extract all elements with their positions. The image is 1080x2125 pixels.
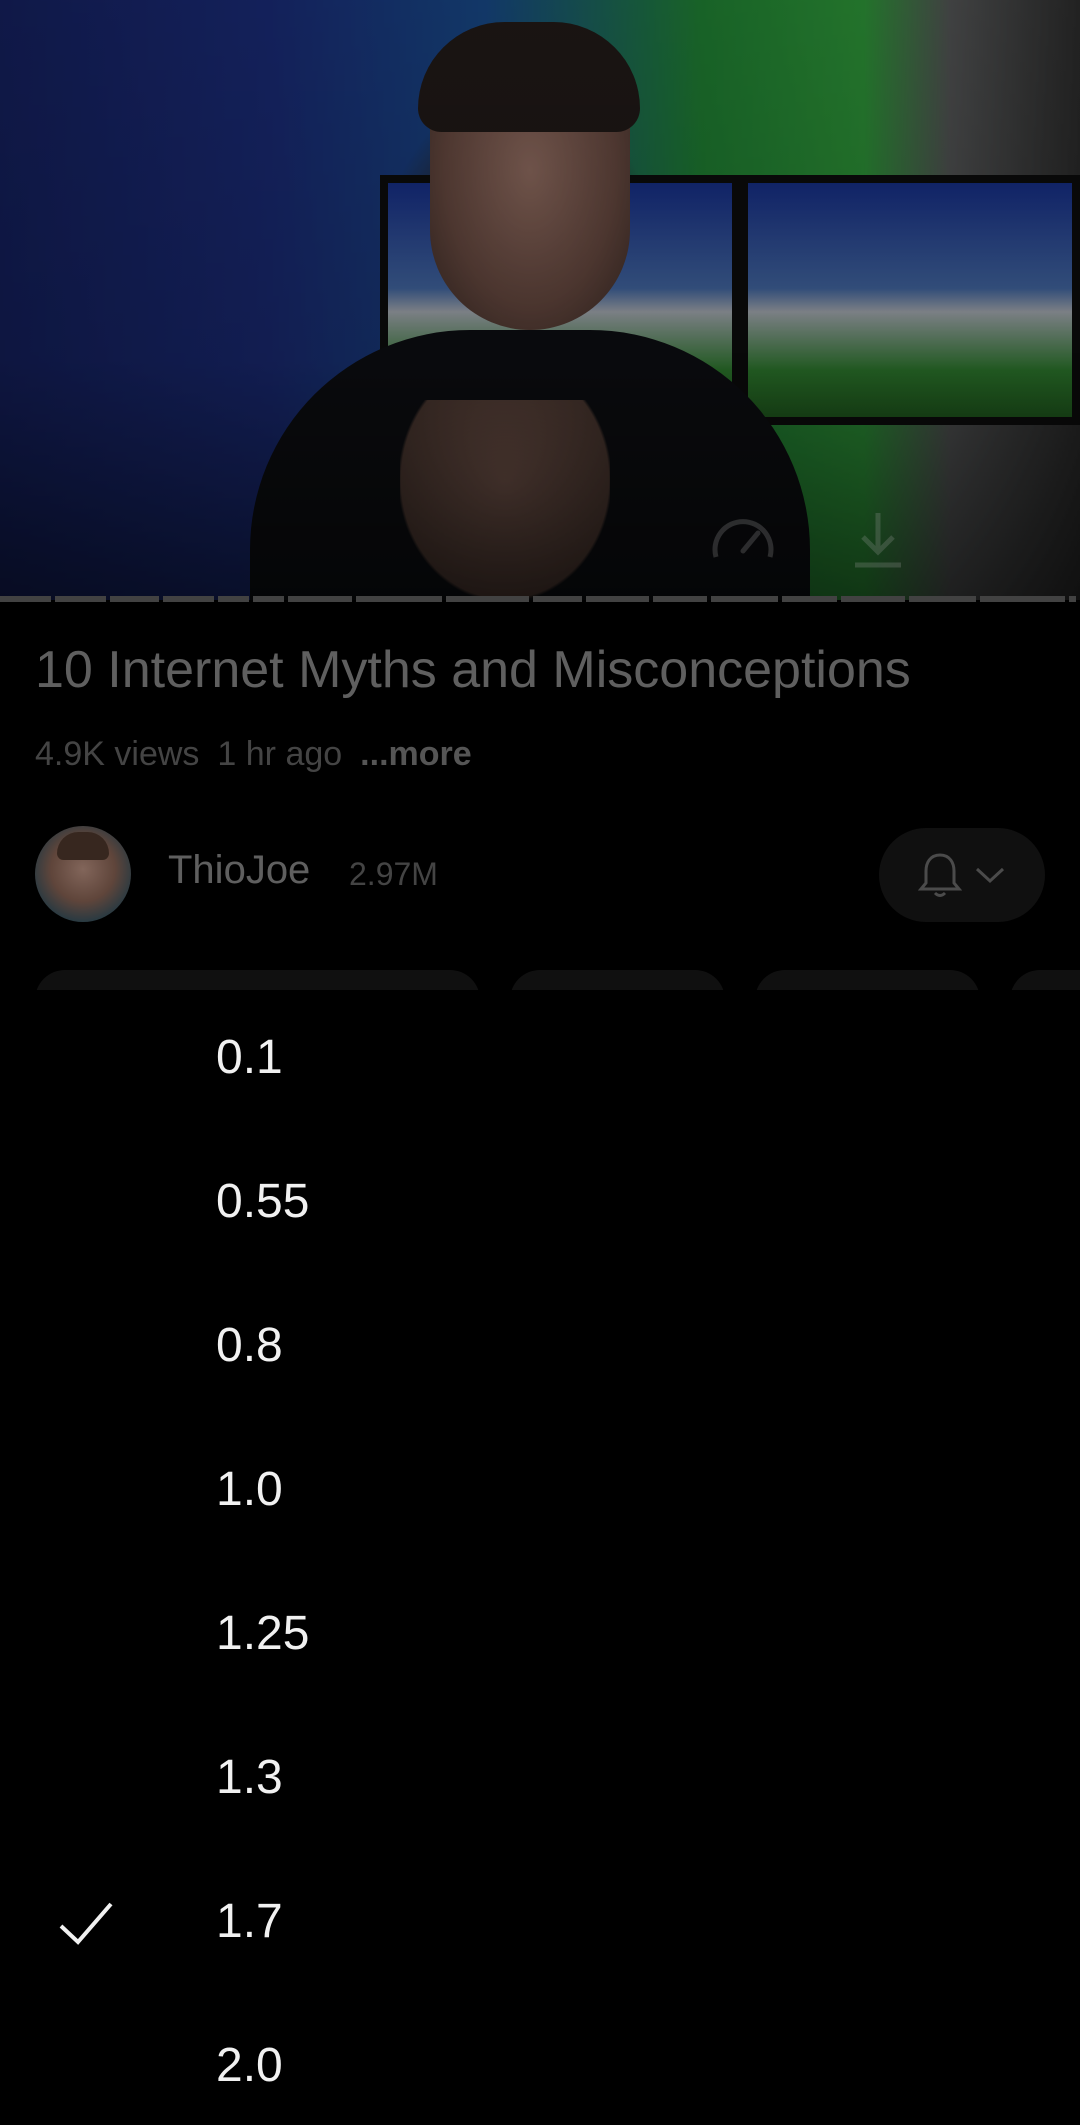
speedometer-icon[interactable] xyxy=(708,505,778,575)
progress-segment[interactable] xyxy=(218,596,250,602)
chevron-down-icon xyxy=(975,867,1005,884)
progress-segment[interactable] xyxy=(1068,596,1077,602)
subscriber-count: 2.97M xyxy=(349,856,438,892)
progress-segment[interactable] xyxy=(0,596,52,602)
speed-option-1-25[interactable]: 1.25 xyxy=(0,1566,1080,1710)
speed-option-label: 1.7 xyxy=(216,1895,283,1948)
progress-segment[interactable] xyxy=(288,596,352,602)
speed-option-0-8[interactable]: 0.8 xyxy=(0,1278,1080,1422)
speed-option-label: 1.3 xyxy=(216,1751,283,1804)
video-meta[interactable]: 4.9K views 1 hr ago ...more xyxy=(35,735,472,774)
channel-row: ThioJoe 2.97M xyxy=(35,826,1045,922)
progress-segment[interactable] xyxy=(585,596,650,602)
progress-segment[interactable] xyxy=(980,596,1065,602)
speed-option-label: 2.0 xyxy=(216,2039,283,2092)
channel-name[interactable]: ThioJoe xyxy=(168,848,310,893)
more-link[interactable]: ...more xyxy=(360,735,471,774)
progress-segment[interactable] xyxy=(55,596,107,602)
progress-segment[interactable] xyxy=(163,596,215,602)
speed-option-label: 1.0 xyxy=(216,1463,283,1516)
progress-segment[interactable] xyxy=(841,596,905,602)
progress-segment[interactable] xyxy=(782,596,838,602)
speed-option-0-55[interactable]: 0.55 xyxy=(0,1134,1080,1278)
speed-option-0-1[interactable]: 0.1 xyxy=(0,990,1080,1134)
upload-age: 1 hr ago xyxy=(217,735,343,773)
bell-icon xyxy=(918,853,962,897)
progress-segment[interactable] xyxy=(908,596,977,602)
subscription-button[interactable] xyxy=(879,828,1045,922)
playback-speed-menu: 0.1 0.55 0.8 1.0 1.25 1.3 1.7 2.0 xyxy=(0,990,1080,2125)
progress-segment[interactable] xyxy=(445,596,529,602)
progress-segment[interactable] xyxy=(710,596,779,602)
speed-option-label: 0.1 xyxy=(216,1031,283,1084)
speed-option-label: 1.25 xyxy=(216,1607,310,1660)
download-icon[interactable] xyxy=(843,505,913,575)
check-icon xyxy=(59,1902,113,1945)
speed-option-label: 0.55 xyxy=(216,1175,310,1228)
progress-segment[interactable] xyxy=(110,596,160,602)
progress-segment[interactable] xyxy=(253,596,285,602)
speed-option-2-0[interactable]: 2.0 xyxy=(0,1998,1080,2125)
speed-option-1-7[interactable]: 1.7 xyxy=(0,1854,1080,1998)
video-progress-bar[interactable] xyxy=(0,596,1080,602)
avatar[interactable] xyxy=(35,826,131,922)
view-count: 4.9K views xyxy=(35,735,200,773)
speed-option-1-0[interactable]: 1.0 xyxy=(0,1422,1080,1566)
progress-segment[interactable] xyxy=(532,596,582,602)
speed-option-1-3[interactable]: 1.3 xyxy=(0,1710,1080,1854)
progress-segment[interactable] xyxy=(355,596,442,602)
speed-option-label: 0.8 xyxy=(216,1319,283,1372)
video-title[interactable]: 10 Internet Myths and Misconceptions xyxy=(35,640,1045,700)
progress-segment[interactable] xyxy=(653,596,707,602)
video-player[interactable] xyxy=(0,0,1080,600)
